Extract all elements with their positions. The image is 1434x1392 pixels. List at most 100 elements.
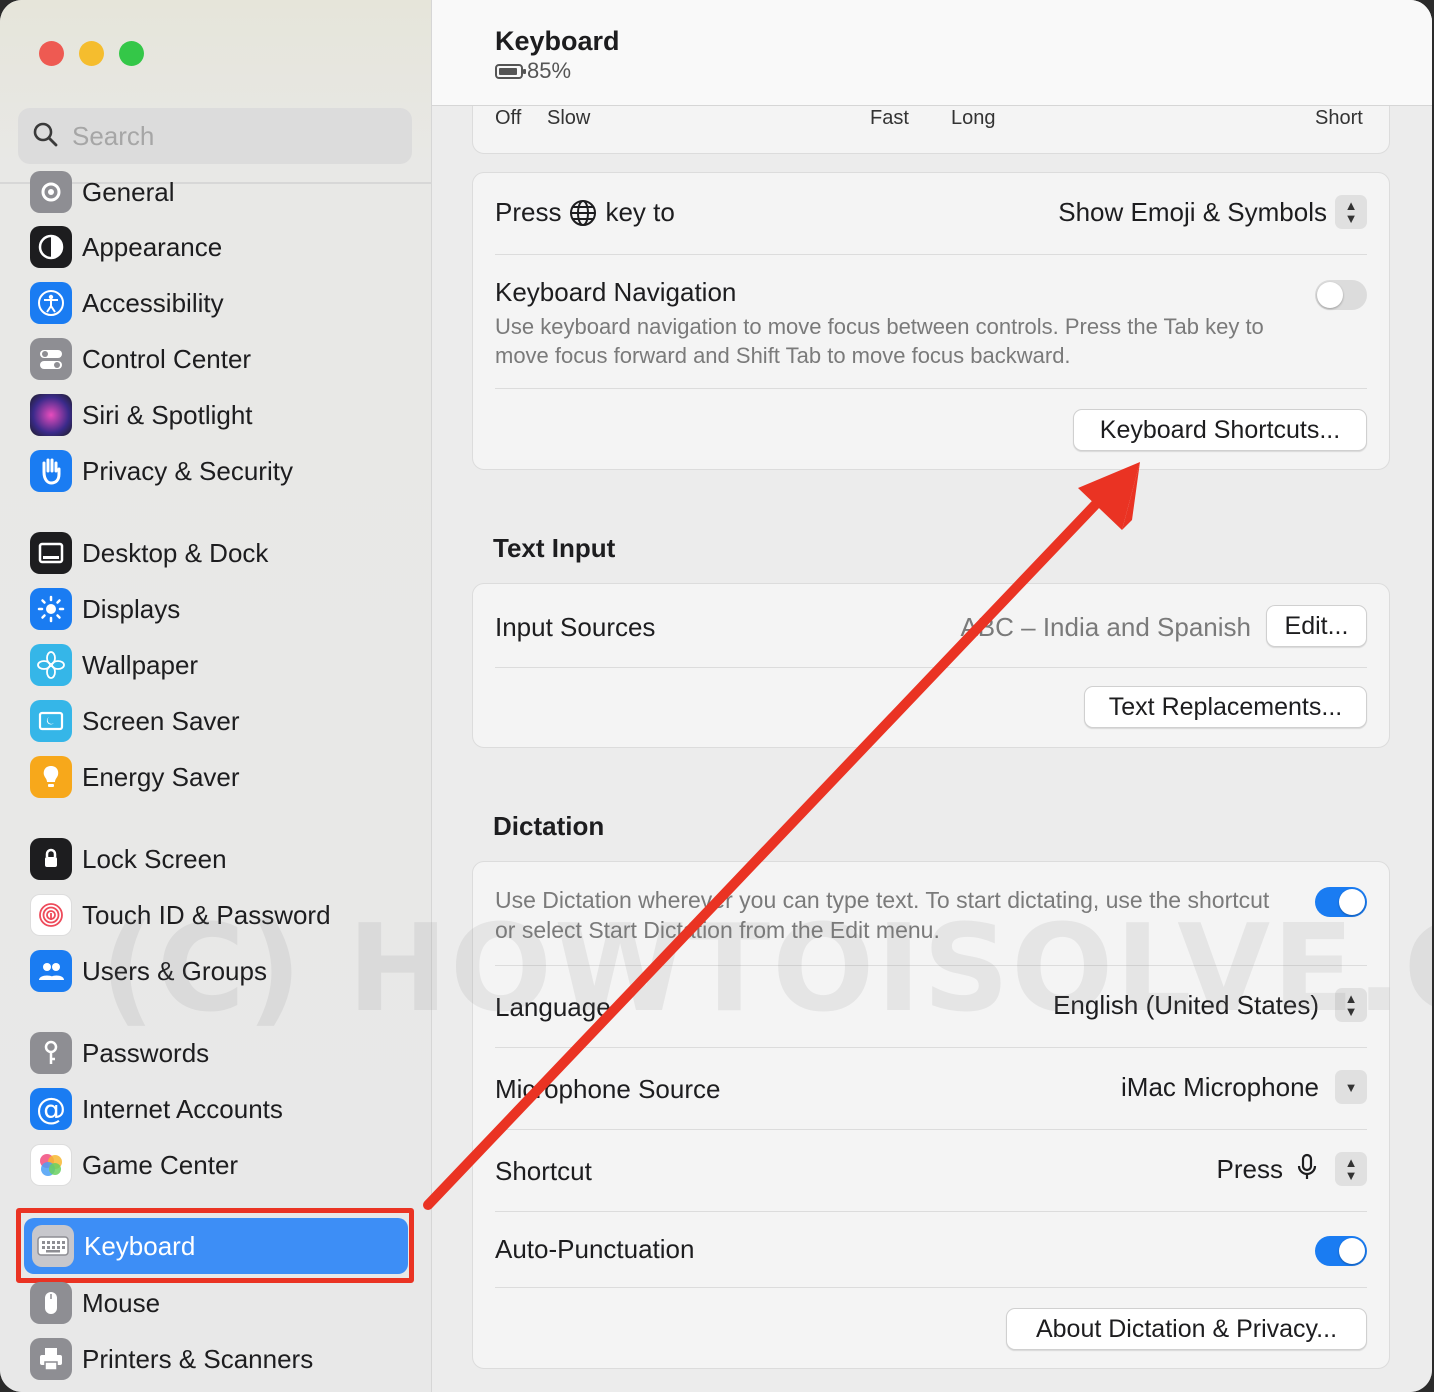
text-input-card: Input Sources ABC – India and Spanish Ed…	[472, 583, 1390, 748]
divider	[495, 667, 1367, 668]
chevron-down-icon: ▼	[1344, 1168, 1358, 1183]
sidebar-item-screen-saver[interactable]: Screen Saver	[30, 695, 410, 747]
sidebar-item-game-center[interactable]: Game Center	[30, 1139, 410, 1191]
fingerprint-icon	[30, 894, 72, 936]
chevron-down-icon: ▼	[1344, 1079, 1358, 1095]
input-sources-value: ABC – India and Spanish	[960, 612, 1251, 642]
shortcut-stepper[interactable]: ▲ ▼	[1335, 1152, 1367, 1186]
sidebar-item-users-groups[interactable]: Users & Groups	[30, 945, 410, 997]
sidebar-item-mouse[interactable]: Mouse	[30, 1277, 410, 1329]
sidebar-item-label: Touch ID & Password	[82, 899, 331, 930]
sidebar-item-label: Energy Saver	[82, 761, 240, 792]
shortcut-label: Shortcut	[495, 1156, 592, 1186]
battery-percent: 85%	[527, 58, 572, 83]
sidebar: General Appearance Accessibility Control…	[0, 0, 432, 1392]
sidebar-item-label: Internet Accounts	[82, 1093, 283, 1124]
keyboard-navigation-toggle[interactable]	[1315, 280, 1367, 310]
divider	[495, 965, 1367, 966]
sidebar-item-lock-screen[interactable]: Lock Screen	[30, 833, 410, 885]
microphone-dropdown[interactable]: ▼	[1335, 1070, 1367, 1104]
language-popup[interactable]: English (United States)	[1053, 990, 1319, 1021]
chevron-down-icon: ▼	[1344, 1004, 1358, 1019]
text-replacements-button[interactable]: Text Replacements...	[1084, 686, 1367, 728]
repeat-slow-label: Slow	[547, 107, 591, 129]
press-key-popup[interactable]: Show Emoji & Symbols	[1058, 197, 1327, 228]
dictation-desc: Use Dictation wherever you can type text…	[495, 887, 1270, 943]
divider	[495, 1129, 1367, 1130]
divider	[495, 1047, 1367, 1048]
sidebar-item-printers[interactable]: Printers & Scanners	[30, 1333, 410, 1385]
sidebar-item-label: Privacy & Security	[82, 455, 293, 486]
mouse-icon	[30, 1282, 72, 1324]
accessibility-icon	[30, 282, 72, 324]
sidebar-item-control-center[interactable]: Control Center	[30, 333, 410, 385]
dictation-heading: Dictation	[493, 811, 605, 841]
flower-icon	[30, 644, 72, 686]
divider	[495, 254, 1367, 255]
sidebar-item-label: Mouse	[82, 1287, 161, 1318]
sidebar-item-label: Screen Saver	[82, 705, 240, 736]
microphone-source-label: Microphone Source	[495, 1074, 721, 1104]
sidebar-item-label: Game Center	[82, 1149, 239, 1180]
game-center-icon	[30, 1144, 72, 1186]
gear-icon	[30, 171, 72, 213]
screen-saver-icon	[30, 700, 72, 742]
lock-icon	[30, 838, 72, 880]
keyboard-shortcuts-button[interactable]: Keyboard Shortcuts...	[1073, 409, 1367, 451]
sidebar-item-label: Control Center	[82, 343, 252, 374]
shortcut-popup[interactable]: Press	[1217, 1154, 1283, 1185]
delay-long-label: Long	[951, 107, 996, 129]
sidebar-item-label: Passwords	[82, 1037, 210, 1068]
keyboard-settings-card: Press key to Show Emoji & Symbols ▲ ▼ Key…	[472, 172, 1390, 470]
press-key-label-pre: Press	[495, 197, 562, 227]
sidebar-item-displays[interactable]: Displays	[30, 583, 410, 635]
search-field[interactable]	[18, 108, 412, 164]
zoom-window-button[interactable]	[119, 41, 144, 66]
press-key-label: Press key to	[495, 197, 675, 228]
microphone-source-popup[interactable]: iMac Microphone	[1121, 1072, 1319, 1103]
sidebar-item-passwords[interactable]: Passwords	[30, 1027, 410, 1079]
sidebar-item-label: Wallpaper	[82, 649, 199, 680]
language-stepper[interactable]: ▲ ▼	[1335, 988, 1367, 1022]
repeat-fast-label: Fast	[870, 107, 909, 129]
keyboard-navigation-desc: Use keyboard navigation to move focus be…	[495, 314, 1264, 368]
input-sources-label: Input Sources	[495, 612, 656, 642]
sidebar-item-wallpaper[interactable]: Wallpaper	[30, 639, 410, 691]
sidebar-item-appearance[interactable]: Appearance	[30, 221, 410, 273]
sidebar-item-desktop-dock[interactable]: Desktop & Dock	[30, 527, 410, 579]
search-input[interactable]	[72, 120, 392, 152]
auto-punctuation-toggle[interactable]	[1315, 1236, 1367, 1266]
edit-input-sources-button[interactable]: Edit...	[1266, 605, 1367, 647]
battery-icon	[495, 63, 526, 79]
sidebar-item-label: General	[82, 176, 175, 207]
about-dictation-button[interactable]: About Dictation & Privacy...	[1006, 1308, 1367, 1350]
text-input-heading: Text Input	[493, 533, 616, 563]
key-icon	[30, 1032, 72, 1074]
sidebar-item-general[interactable]: General	[30, 166, 410, 218]
close-window-button[interactable]	[39, 41, 64, 66]
sidebar-item-internet-accounts[interactable]: @ Internet Accounts	[30, 1083, 410, 1135]
main-pane: Keyboard 85% Off Slow Fast Long Short Pr…	[432, 0, 1432, 1392]
press-key-stepper[interactable]: ▲ ▼	[1335, 195, 1367, 229]
delay-short-label: Short	[1315, 107, 1363, 129]
minimize-window-button[interactable]	[79, 41, 104, 66]
hand-icon	[30, 450, 72, 492]
divider	[495, 1287, 1367, 1288]
sidebar-item-label: Desktop & Dock	[82, 537, 269, 568]
press-key-label-post: key to	[605, 197, 675, 227]
sidebar-item-accessibility[interactable]: Accessibility	[30, 277, 410, 329]
sidebar-item-label: Lock Screen	[82, 843, 227, 874]
microphone-icon	[1295, 1152, 1319, 1187]
sidebar-item-label: Accessibility	[82, 287, 224, 318]
sun-icon	[30, 588, 72, 630]
sidebar-item-privacy[interactable]: Privacy & Security	[30, 445, 410, 497]
sidebar-item-siri[interactable]: Siri & Spotlight	[30, 389, 410, 441]
globe-icon	[569, 199, 597, 227]
sidebar-item-touch-id[interactable]: Touch ID & Password	[30, 889, 410, 941]
chevron-down-icon: ▼	[1344, 211, 1358, 226]
sidebar-item-energy-saver[interactable]: Energy Saver	[30, 751, 410, 803]
sidebar-item-label: Displays	[82, 593, 181, 624]
language-label: Language	[495, 992, 611, 1022]
dictation-toggle[interactable]	[1315, 887, 1367, 917]
auto-punctuation-label: Auto-Punctuation	[495, 1234, 695, 1264]
